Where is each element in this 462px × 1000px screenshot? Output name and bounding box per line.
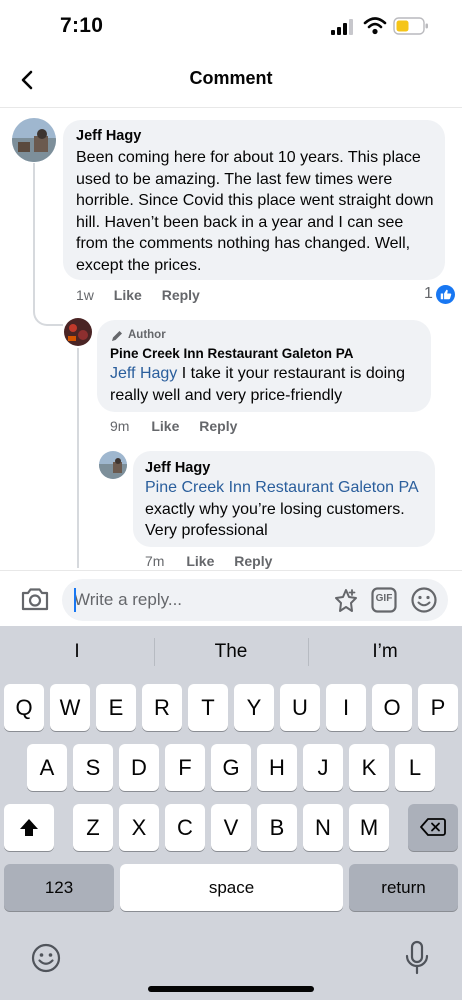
- reply-bubble: Author Pine Creek Inn Restaurant Galeton…: [97, 320, 431, 412]
- reply-author[interactable]: Jeff Hagy: [145, 460, 210, 476]
- reply-actions: 7m Like Reply: [145, 553, 272, 569]
- numbers-key[interactable]: 123: [4, 864, 114, 911]
- return-key[interactable]: return: [349, 864, 458, 911]
- avatar[interactable]: [12, 118, 56, 162]
- reply-bar: GIF: [0, 570, 462, 626]
- reply-body: exactly why you’re losing customers. Ver…: [145, 500, 405, 540]
- key-o[interactable]: O: [372, 684, 412, 731]
- thumbs-up-icon[interactable]: [436, 285, 455, 304]
- key-w[interactable]: W: [50, 684, 90, 731]
- key-k[interactable]: K: [349, 744, 389, 791]
- reply-text: Pine Creek Inn Restaurant Galeton PA exa…: [145, 477, 429, 542]
- avatar[interactable]: [99, 451, 127, 479]
- key-j[interactable]: J: [303, 744, 343, 791]
- gif-label: GIF: [375, 593, 393, 604]
- pencil-icon: [112, 331, 122, 341]
- comment-text: Been coming here for about 10 years. Thi…: [76, 149, 434, 274]
- author-badge: Author: [128, 329, 166, 341]
- key-e[interactable]: E: [96, 684, 136, 731]
- like-button[interactable]: Like: [151, 418, 179, 434]
- key-q[interactable]: Q: [4, 684, 44, 731]
- reply-time: 7m: [145, 553, 165, 569]
- key-c[interactable]: C: [165, 804, 205, 851]
- shift-icon: [20, 819, 38, 836]
- key-h[interactable]: H: [257, 744, 297, 791]
- text-caret: [74, 588, 76, 612]
- microphone-icon[interactable]: [404, 940, 430, 976]
- comment-bubble: Jeff Hagy Been coming here for about 10 …: [63, 120, 445, 280]
- key-p[interactable]: P: [418, 684, 458, 731]
- cellular-signal-icon: [331, 19, 353, 35]
- camera-icon[interactable]: [20, 586, 50, 612]
- key-u[interactable]: U: [280, 684, 320, 731]
- reply-actions: 9m Like Reply: [110, 418, 237, 434]
- key-i[interactable]: I: [326, 684, 366, 731]
- mention-link[interactable]: Jeff Hagy: [110, 365, 177, 382]
- gif-button[interactable]: GIF: [371, 587, 397, 613]
- reply-bubble: Jeff Hagy Pine Creek Inn Restaurant Gale…: [133, 451, 435, 547]
- key-g[interactable]: G: [211, 744, 251, 791]
- header: Comment: [0, 56, 462, 108]
- key-f[interactable]: F: [165, 744, 205, 791]
- key-b[interactable]: B: [257, 804, 297, 851]
- reply-button[interactable]: Reply: [234, 553, 272, 569]
- page-title: Comment: [189, 68, 273, 88]
- key-s[interactable]: S: [73, 744, 113, 791]
- comment-author[interactable]: Jeff Hagy: [76, 128, 141, 144]
- suggestion-item[interactable]: The: [154, 641, 308, 663]
- reply-author[interactable]: Pine Creek Inn Restaurant Galeton PA: [110, 346, 354, 361]
- comment-actions: 1w Like Reply: [76, 287, 200, 303]
- mention-link[interactable]: Pine Creek Inn Restaurant Galeton PA: [145, 477, 429, 499]
- key-y[interactable]: Y: [234, 684, 274, 731]
- reply-button[interactable]: Reply: [199, 418, 237, 434]
- reply-text: Jeff Hagy I take it your restaurant is d…: [110, 363, 426, 406]
- home-indicator: [148, 986, 314, 992]
- key-d[interactable]: D: [119, 744, 159, 791]
- keyboard: I The I’m Q W E R T Y U I O P A S D F G …: [0, 626, 462, 1000]
- thread-connector: [33, 163, 63, 326]
- smiley-icon[interactable]: [410, 586, 438, 614]
- sticker-icon[interactable]: [332, 587, 360, 615]
- reaction-count[interactable]: 1: [424, 285, 433, 303]
- like-button[interactable]: Like: [186, 553, 214, 569]
- reply-input[interactable]: [74, 589, 324, 611]
- space-key[interactable]: space: [120, 864, 343, 911]
- key-m[interactable]: M: [349, 804, 389, 851]
- like-button[interactable]: Like: [114, 287, 142, 303]
- key-x[interactable]: X: [119, 804, 159, 851]
- suggestion-item[interactable]: I’m: [308, 641, 462, 663]
- suggestion-item[interactable]: I: [0, 641, 154, 663]
- reply-button[interactable]: Reply: [162, 287, 200, 303]
- backspace-key[interactable]: [408, 804, 458, 851]
- reply-time: 9m: [110, 418, 130, 434]
- wifi-icon: [363, 17, 387, 35]
- backspace-icon: [420, 818, 446, 836]
- key-a[interactable]: A: [27, 744, 67, 791]
- key-r[interactable]: R: [142, 684, 182, 731]
- comment-time: 1w: [76, 287, 94, 303]
- reply-input-container[interactable]: GIF: [62, 579, 448, 621]
- shift-key[interactable]: [4, 804, 54, 851]
- key-l[interactable]: L: [395, 744, 435, 791]
- status-time: 7:10: [60, 14, 104, 37]
- battery-low-icon: [393, 17, 428, 35]
- avatar[interactable]: [64, 318, 92, 346]
- key-v[interactable]: V: [211, 804, 251, 851]
- status-bar: 7:10: [0, 0, 462, 56]
- key-t[interactable]: T: [188, 684, 228, 731]
- key-n[interactable]: N: [303, 804, 343, 851]
- emoji-keyboard-icon[interactable]: [30, 942, 62, 974]
- thread-connector: [77, 348, 79, 568]
- key-z[interactable]: Z: [73, 804, 113, 851]
